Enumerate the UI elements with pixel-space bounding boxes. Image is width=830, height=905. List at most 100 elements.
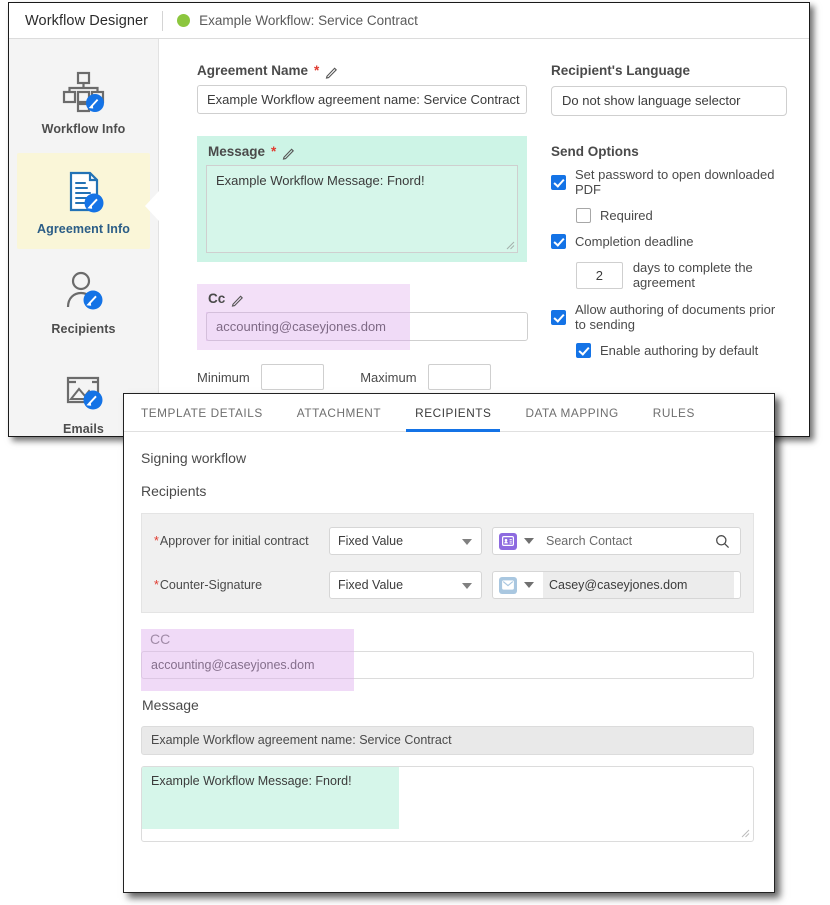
recipient-row-approver: *Approver for initial contract Fixed Val…: [154, 526, 741, 556]
resize-grip-icon[interactable]: [506, 241, 515, 250]
form-column-left: Agreement Name * Example Workflow agreeme…: [197, 63, 528, 436]
send-options-title: Send Options: [551, 144, 639, 159]
recipient-label: *Approver for initial contract: [154, 534, 309, 548]
resize-grip-icon[interactable]: [741, 829, 750, 838]
workflow-tree-edit-icon: [61, 66, 107, 118]
recipient-label: *Counter-Signature: [154, 578, 263, 592]
recipient-contact-field[interactable]: Search Contact: [492, 527, 741, 555]
sidebar-item-label: Emails: [63, 422, 104, 436]
maximum-input[interactable]: [427, 364, 491, 390]
required-asterisk: *: [154, 578, 159, 592]
screenshot-root: Workflow Designer Example Workflow: Serv…: [0, 0, 830, 905]
option-set-password-row[interactable]: Set password to open downloaded PDF: [551, 167, 787, 197]
option-enable-authoring-row[interactable]: Enable authoring by default: [576, 343, 787, 358]
deadline-days-suffix: days to complete the agreement: [632, 260, 753, 290]
recipients-section-title: Recipients: [141, 483, 207, 499]
pencil-icon[interactable]: [282, 146, 296, 160]
search-icon[interactable]: [715, 534, 730, 549]
recipient-mode-value: Fixed Value: [338, 578, 404, 592]
title-divider: [162, 10, 164, 31]
tab-template-details[interactable]: TEMPLATE DETAILS: [141, 394, 280, 431]
tab-label: RULES: [652, 405, 695, 420]
pencil-icon[interactable]: [325, 65, 339, 79]
workflow-name: Example Workflow: Service Contract: [199, 13, 418, 28]
set-password-checkbox[interactable]: [551, 174, 566, 190]
overlay-message-title: Message: [142, 697, 199, 713]
sidebar-item-label: Agreement Info: [36, 222, 131, 236]
cc-input-wrap: accounting@caseyjones.dom: [206, 312, 528, 341]
cc-group: Cc accounting@caseyjones.dom: [197, 284, 528, 350]
overlay-content: Signing workflow Recipients *Approver fo…: [124, 432, 774, 842]
tab-attachment[interactable]: ATTACHMENT: [280, 394, 398, 431]
deadline-days-input[interactable]: 2: [576, 261, 623, 289]
window-body: Workflow Info Agreement Info Recipients …: [9, 39, 809, 436]
agreement-info-form: Agreement Name * Example Workflow agreeme…: [159, 39, 809, 436]
overlay-cc-label: CC: [150, 631, 171, 647]
maximum-label: Maximum: [360, 369, 417, 385]
form-column-right: Recipient's Language Do not show languag…: [551, 63, 787, 436]
contact-search-input[interactable]: Search Contact: [543, 534, 715, 548]
agreement-name-input[interactable]: Example Workflow agreement name: Service…: [197, 85, 527, 114]
envelope-icon[interactable]: [499, 576, 517, 594]
chevron-down-icon[interactable]: [524, 582, 534, 588]
tab-label: DATA MAPPING: [525, 405, 619, 420]
email-image-edit-icon: [61, 366, 107, 418]
overlay-cc-input[interactable]: accounting@caseyjones.dom: [141, 651, 754, 679]
sidebar-item-workflow-info[interactable]: Workflow Info: [17, 53, 150, 149]
cc-min-max-row: Minimum Maximum: [197, 364, 527, 390]
recipients-language-select[interactable]: Do not show language selector: [551, 86, 787, 116]
overlay-cc-group: CC accounting@caseyjones.dom: [141, 629, 754, 691]
message-label: Message *: [206, 144, 518, 160]
deadline-days-row: 2 days to complete the agreement: [576, 260, 787, 290]
document-edit-icon: [61, 166, 107, 218]
required-checkbox[interactable]: [576, 208, 591, 223]
enable-authoring-checkbox[interactable]: [576, 343, 591, 358]
tab-label: RECIPIENTS: [415, 405, 492, 420]
chevron-down-icon[interactable]: [524, 538, 534, 544]
cc-input[interactable]: accounting@caseyjones.dom: [206, 312, 528, 341]
tab-label: ATTACHMENT: [296, 405, 382, 420]
option-allow-authoring-row[interactable]: Allow authoring of documents prior to se…: [551, 302, 787, 332]
recipients-language-label: Recipient's Language: [551, 63, 690, 78]
option-label: Set password to open downloaded PDF: [575, 167, 775, 197]
overlay-message-textarea[interactable]: Example Workflow Message: Fnord!: [141, 766, 754, 842]
allow-authoring-checkbox[interactable]: [551, 309, 566, 325]
completion-deadline-checkbox[interactable]: [551, 234, 566, 249]
message-textarea[interactable]: Example Workflow Message: Fnord!: [206, 165, 518, 253]
signing-workflow-title: Signing workflow: [141, 450, 247, 466]
recipient-mode-select[interactable]: Fixed Value: [329, 527, 482, 555]
tab-recipients[interactable]: RECIPIENTS: [398, 394, 508, 432]
minimum-input[interactable]: [260, 364, 325, 390]
left-nav-rail: Workflow Info Agreement Info Recipients …: [9, 39, 159, 436]
status-dot-icon: [177, 14, 191, 27]
tab-data-mapping[interactable]: DATA MAPPING: [508, 394, 635, 431]
option-label: Enable authoring by default: [600, 343, 759, 358]
cc-label: Cc: [206, 291, 401, 307]
overlay-subject-input[interactable]: Example Workflow agreement name: Service…: [141, 726, 754, 755]
contact-email-input[interactable]: Casey@caseyjones.dom: [543, 572, 734, 598]
sidebar-item-label: Recipients: [51, 322, 116, 336]
send-options-group: Send Options Set password to open downlo…: [551, 144, 787, 358]
pencil-icon[interactable]: [231, 293, 245, 307]
overlay-tabbar: TEMPLATE DETAILS ATTACHMENT RECIPIENTS D…: [124, 394, 774, 432]
sidebar-item-agreement-info[interactable]: Agreement Info: [17, 153, 150, 249]
recipient-contact-field[interactable]: Casey@caseyjones.dom: [492, 571, 741, 599]
option-required-row[interactable]: Required: [576, 208, 787, 223]
minimum-label: Minimum: [197, 369, 250, 385]
required-asterisk: *: [314, 63, 320, 78]
option-label: Allow authoring of documents prior to se…: [575, 302, 776, 332]
contact-card-icon[interactable]: [499, 532, 517, 550]
required-asterisk: *: [271, 144, 277, 159]
app-title: Workflow Designer: [25, 12, 149, 29]
sidebar-item-label: Workflow Info: [41, 122, 126, 136]
option-completion-deadline-row[interactable]: Completion deadline: [551, 234, 787, 249]
sidebar-item-recipients[interactable]: Recipients: [17, 253, 150, 349]
recipient-row-spacer: [154, 556, 741, 570]
recipient-mode-select[interactable]: Fixed Value: [329, 571, 482, 599]
agreement-name-label: Agreement Name *: [197, 63, 527, 79]
tab-rules[interactable]: RULES: [636, 394, 712, 431]
message-text: Example Workflow Message: Fnord!: [216, 173, 425, 188]
required-asterisk: *: [154, 534, 159, 548]
window-titlebar: Workflow Designer Example Workflow: Serv…: [9, 3, 809, 39]
template-details-overlay-window: TEMPLATE DETAILS ATTACHMENT RECIPIENTS D…: [123, 393, 775, 893]
